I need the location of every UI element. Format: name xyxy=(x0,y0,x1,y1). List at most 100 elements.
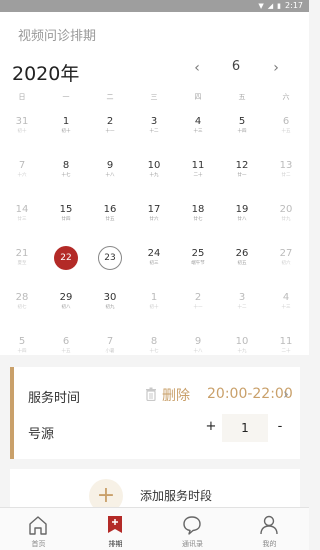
calendar-day[interactable]: 4 十三 xyxy=(271,288,301,318)
calendar-day[interactable]: 11 二十 xyxy=(271,332,301,362)
day-number: 21 xyxy=(15,248,29,259)
day-number: 9 xyxy=(194,336,202,347)
calendar-day[interactable]: 8 十七 xyxy=(51,156,81,186)
day-number: 1 xyxy=(62,116,70,127)
calendar-card: 视频问诊排期 2020年 ‹ 6 › 日一二三四五六 31 初十 1 初十 2 十一 3 十二… xyxy=(0,12,309,355)
tab-contacts[interactable]: 通讯录 xyxy=(154,508,231,550)
calendar-day[interactable]: 11 二十 xyxy=(183,156,213,186)
calendar-day[interactable]: 8 十七 xyxy=(139,332,169,362)
calendar-day-selected[interactable]: 22 xyxy=(54,246,78,270)
lunar-date: 十九 xyxy=(237,348,247,354)
calendar-day[interactable]: 19 廿八 xyxy=(227,200,257,230)
calendar-day[interactable]: 21 夏至 xyxy=(7,244,37,274)
lunar-date: 十二 xyxy=(237,304,247,310)
calendar-day[interactable]: 16 廿五 xyxy=(95,200,125,230)
calendar-day[interactable]: 29 初八 xyxy=(51,288,81,318)
lunar-date: 二十 xyxy=(281,348,291,354)
calendar-day[interactable]: 14 廿三 xyxy=(7,200,37,230)
tab-home[interactable]: 首页 xyxy=(0,508,77,550)
day-number: 17 xyxy=(147,204,161,215)
lunar-date: 十一 xyxy=(193,304,203,310)
calendar-day[interactable]: 25 端午节 xyxy=(183,244,213,274)
calendar-day[interactable]: 6 十五 xyxy=(271,112,301,142)
calendar-day[interactable]: 20 廿九 xyxy=(271,200,301,230)
lunar-date: 十二 xyxy=(149,128,159,134)
tab-profile[interactable]: 我的 xyxy=(231,508,308,550)
weekday-header: 日一二三四五六 xyxy=(0,92,309,106)
calendar-day[interactable]: 31 初十 xyxy=(7,112,37,142)
calendar-day[interactable]: 26 初五 xyxy=(227,244,257,274)
calendar-day[interactable]: 13 廿二 xyxy=(271,156,301,186)
calendar-day[interactable]: 7 十六 xyxy=(7,156,37,186)
tab-schedule[interactable]: 排期 xyxy=(77,508,154,550)
lunar-date: 端午节 xyxy=(191,260,205,266)
tab-schedule-label: 排期 xyxy=(108,540,123,548)
trash-icon[interactable] xyxy=(145,387,157,401)
calendar-day[interactable]: 15 廿四 xyxy=(51,200,81,230)
lunar-date: 初十 xyxy=(149,304,159,310)
day-number: 29 xyxy=(59,292,73,303)
service-time-label: 服务时间 xyxy=(28,391,81,406)
calendar-day[interactable]: 17 廿六 xyxy=(139,200,169,230)
calendar-day[interactable]: 2 十一 xyxy=(183,288,213,318)
lunar-date: 十五 xyxy=(61,348,71,354)
prev-month-button[interactable]: ‹ xyxy=(189,60,205,76)
wifi-icon: ▼ xyxy=(258,2,264,10)
time-range[interactable]: 20:00-22:00 xyxy=(207,386,293,402)
calendar-day[interactable]: 10 十九 xyxy=(139,156,169,186)
decrement-button[interactable]: - xyxy=(273,419,287,434)
calendar-day[interactable]: 5 十四 xyxy=(227,112,257,142)
lunar-date: 十三 xyxy=(281,304,291,310)
lunar-date: 廿四 xyxy=(61,216,71,222)
calendar-day[interactable]: 9 十八 xyxy=(183,332,213,362)
year-label: 2020年 xyxy=(12,63,80,85)
calendar-day[interactable]: 4 十三 xyxy=(183,112,213,142)
increment-button[interactable]: + xyxy=(204,419,218,434)
calendar-day[interactable]: 1 初十 xyxy=(139,288,169,318)
day-number: 7 xyxy=(106,336,114,347)
calendar-day[interactable]: 27 初六 xyxy=(271,244,301,274)
calendar-day[interactable]: 24 初三 xyxy=(139,244,169,274)
schedule-icon xyxy=(108,516,122,533)
chevron-right-icon[interactable]: › xyxy=(283,385,289,403)
weekday-label: 日 xyxy=(18,93,26,101)
calendar-day[interactable]: 1 初十 xyxy=(51,112,81,142)
number-source-count[interactable]: 1 xyxy=(222,414,268,442)
delete-button[interactable]: 删除 xyxy=(162,385,190,405)
day-number: 10 xyxy=(147,160,161,171)
day-number: 20 xyxy=(279,204,293,215)
calendar-day[interactable]: 12 廿一 xyxy=(227,156,257,186)
calendar-day[interactable]: 28 初七 xyxy=(7,288,37,318)
next-month-button[interactable]: › xyxy=(268,60,284,76)
day-number: 28 xyxy=(15,292,29,303)
day-number: 31 xyxy=(15,116,29,127)
lunar-date: 廿八 xyxy=(237,216,247,222)
lunar-date: 初八 xyxy=(61,304,71,310)
day-number: 24 xyxy=(147,248,161,259)
day-number: 14 xyxy=(15,204,29,215)
day-number: 3 xyxy=(238,292,246,303)
lunar-date: 廿七 xyxy=(193,216,203,222)
calendar-day[interactable]: 2 十一 xyxy=(95,112,125,142)
tab-bar: 首页 排期 通讯录 我的 xyxy=(0,507,309,550)
calendar-day[interactable]: 10 十九 xyxy=(227,332,257,362)
lunar-date: 初五 xyxy=(237,260,247,266)
weekday-label: 三 xyxy=(150,93,158,101)
calendar-day[interactable]: 18 廿七 xyxy=(183,200,213,230)
calendar-day[interactable]: 3 十二 xyxy=(227,288,257,318)
calendar-day[interactable]: 7 小暑 xyxy=(95,332,125,362)
calendar-day[interactable]: 3 十二 xyxy=(139,112,169,142)
day-number: 2 xyxy=(106,116,114,127)
add-service-label[interactable]: 添加服务时段 xyxy=(140,487,212,504)
calendar-day-today[interactable]: 23 xyxy=(98,246,122,270)
calendar-day[interactable]: 5 十四 xyxy=(7,332,37,362)
lunar-date: 廿五 xyxy=(105,216,115,222)
calendar-day[interactable]: 9 十八 xyxy=(95,156,125,186)
day-number: 15 xyxy=(59,204,73,215)
day-number: 5 xyxy=(238,116,246,127)
lunar-date: 十五 xyxy=(281,128,291,134)
day-number: 4 xyxy=(194,116,202,127)
calendar-day[interactable]: 30 初九 xyxy=(95,288,125,318)
lunar-date: 初九 xyxy=(105,304,115,310)
calendar-day[interactable]: 6 十五 xyxy=(51,332,81,362)
